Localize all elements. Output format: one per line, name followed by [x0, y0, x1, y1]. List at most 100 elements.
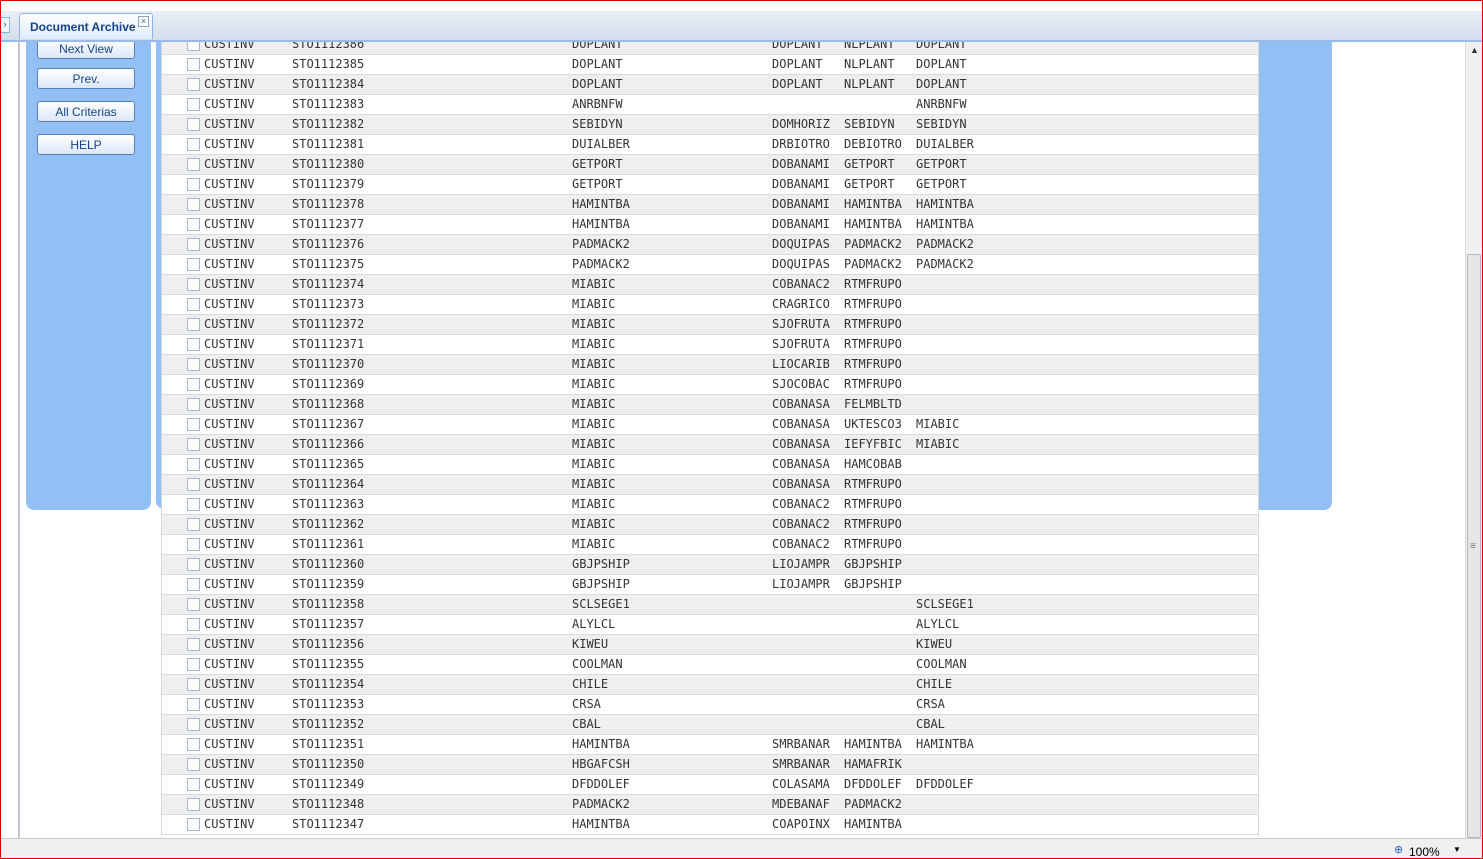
row-checkbox[interactable]: [187, 678, 200, 691]
receiver-cell: RTMFRUPO: [844, 277, 902, 291]
row-checkbox[interactable]: [187, 58, 200, 71]
table-row[interactable]: CUSTINV STO1112383 ANRBNFW ANRBNFW: [162, 95, 1258, 115]
row-checkbox[interactable]: [187, 318, 200, 331]
row-checkbox[interactable]: [187, 618, 200, 631]
row-checkbox[interactable]: [187, 78, 200, 91]
row-checkbox[interactable]: [187, 538, 200, 551]
help-button[interactable]: HELP: [37, 134, 135, 155]
table-row[interactable]: CUSTINV STO1112349 DFDDOLEF COLASAMA DFDDOLE…: [162, 775, 1258, 795]
sender-cell: LIOCARIB: [772, 357, 830, 371]
table-row[interactable]: CUSTINV STO1112353 CRSA CRSA: [162, 695, 1258, 715]
table-row[interactable]: CUSTINV STO1112351 HAMINTBA SMRBANAR HAMINTB…: [162, 735, 1258, 755]
row-checkbox[interactable]: [187, 478, 200, 491]
row-checkbox[interactable]: [187, 698, 200, 711]
table-row[interactable]: CUSTINV STO1112365 MIABIC COBANASA HAMCOBAB: [162, 455, 1258, 475]
table-row[interactable]: CUSTINV STO1112358 SCLSEGE1 SCLSEGE1: [162, 595, 1258, 615]
table-row[interactable]: CUSTINV STO1112352 CBAL CBAL: [162, 715, 1258, 735]
row-checkbox[interactable]: [187, 798, 200, 811]
zoom-level[interactable]: 100%: [1409, 845, 1440, 858]
row-checkbox[interactable]: [187, 498, 200, 511]
prev-button[interactable]: Prev.: [37, 68, 135, 89]
table-row[interactable]: CUSTINV STO1112367 MIABIC COBANASA UKTESCO3 M…: [162, 415, 1258, 435]
row-checkbox[interactable]: [187, 118, 200, 131]
row-checkbox[interactable]: [187, 578, 200, 591]
row-checkbox[interactable]: [187, 718, 200, 731]
row-checkbox[interactable]: [187, 518, 200, 531]
table-row[interactable]: CUSTINV STO1112377 HAMINTBA DOBANAMI HAMINTB…: [162, 215, 1258, 235]
row-checkbox[interactable]: [187, 458, 200, 471]
row-checkbox[interactable]: [187, 378, 200, 391]
table-row[interactable]: CUSTINV STO1112379 GETPORT DOBANAMI GETPORT G…: [162, 175, 1258, 195]
receiver-cell: RTMFRUPO: [844, 297, 902, 311]
table-row[interactable]: CUSTINV STO1112370 MIABIC LIOCARIB RTMFRUPO: [162, 355, 1258, 375]
table-row[interactable]: CUSTINV STO1112350 HBGAFCSH SMRBANAR HAMAFRI…: [162, 755, 1258, 775]
row-checkbox[interactable]: [187, 638, 200, 651]
row-checkbox[interactable]: [187, 278, 200, 291]
table-row[interactable]: CUSTINV STO1112380 GETPORT DOBANAMI GETPORT G…: [162, 155, 1258, 175]
table-row[interactable]: CUSTINV STO1112366 MIABIC COBANASA IEFYFBIC M…: [162, 435, 1258, 455]
table-row[interactable]: CUSTINV STO1112386 DOPLANT DOPLANT NLPLANT DO…: [162, 42, 1258, 55]
row-checkbox[interactable]: [187, 778, 200, 791]
row-checkbox[interactable]: [187, 198, 200, 211]
table-row[interactable]: CUSTINV STO1112376 PADMACK2 DOQUIPAS PADMACK…: [162, 235, 1258, 255]
table-row[interactable]: CUSTINV STO1112381 DUIALBER DRBIOTRO DEBIOTR…: [162, 135, 1258, 155]
row-checkbox[interactable]: [187, 138, 200, 151]
row-checkbox[interactable]: [187, 658, 200, 671]
tab-document-archive[interactable]: Document Archive ×: [19, 13, 153, 39]
table-row[interactable]: CUSTINV STO1112356 KIWEU KIWEU: [162, 635, 1258, 655]
row-checkbox[interactable]: [187, 738, 200, 751]
table-row[interactable]: CUSTINV STO1112382 SEBIDYN DOMHORIZ SEBIDYN S…: [162, 115, 1258, 135]
table-row[interactable]: CUSTINV STO1112357 ALYLCL ALYLCL: [162, 615, 1258, 635]
row-checkbox[interactable]: [187, 258, 200, 271]
zoom-icon[interactable]: ⊕: [1394, 843, 1403, 856]
row-checkbox[interactable]: [187, 218, 200, 231]
vertical-scrollbar[interactable]: ▲ ≡: [1465, 42, 1482, 838]
table-row[interactable]: CUSTINV STO1112354 CHILE CHILE: [162, 675, 1258, 695]
tab-scroll-left-icon[interactable]: ›: [1, 17, 10, 33]
row-checkbox[interactable]: [187, 418, 200, 431]
table-row[interactable]: CUSTINV STO1112355 COOLMAN COOLMAN: [162, 655, 1258, 675]
table-row[interactable]: CUSTINV STO1112373 MIABIC CRAGRICO RTMFRUPO: [162, 295, 1258, 315]
row-checkbox[interactable]: [187, 398, 200, 411]
owner-cell: PADMACK2: [916, 237, 974, 251]
table-row[interactable]: CUSTINV STO1112384 DOPLANT DOPLANT NLPLANT DO…: [162, 75, 1258, 95]
close-icon[interactable]: ×: [138, 16, 149, 27]
scrollbar-thumb[interactable]: ≡: [1467, 254, 1481, 838]
table-row[interactable]: CUSTINV STO1112361 MIABIC COBANAC2 RTMFRUPO: [162, 535, 1258, 555]
table-row[interactable]: CUSTINV STO1112378 HAMINTBA DOBANAMI HAMINTB…: [162, 195, 1258, 215]
table-row[interactable]: CUSTINV STO1112374 MIABIC COBANAC2 RTMFRUPO: [162, 275, 1258, 295]
table-row[interactable]: CUSTINV STO1112368 MIABIC COBANASA FELMBLTD: [162, 395, 1258, 415]
chevron-down-icon[interactable]: ▼: [1453, 845, 1461, 854]
row-checkbox[interactable]: [187, 338, 200, 351]
row-checkbox[interactable]: [187, 178, 200, 191]
table-row[interactable]: CUSTINV STO1112375 PADMACK2 DOQUIPAS PADMACK…: [162, 255, 1258, 275]
doc-number-cell: STO1112369: [292, 377, 365, 391]
all-criterias-button[interactable]: All Criterias: [37, 101, 135, 122]
table-row[interactable]: CUSTINV STO1112362 MIABIC COBANAC2 RTMFRUPO: [162, 515, 1258, 535]
table-row[interactable]: CUSTINV STO1112363 MIABIC COBANAC2 RTMFRUPO: [162, 495, 1258, 515]
table-row[interactable]: CUSTINV STO1112385 DOPLANT DOPLANT NLPLANT DO…: [162, 55, 1258, 75]
row-checkbox[interactable]: [187, 438, 200, 451]
next-view-button[interactable]: Next View: [37, 42, 135, 59]
row-checkbox[interactable]: [187, 158, 200, 171]
scroll-up-icon[interactable]: ▲: [1466, 42, 1482, 59]
table-row[interactable]: CUSTINV STO1112369 MIABIC SJOCOBAC RTMFRUPO: [162, 375, 1258, 395]
table-row[interactable]: CUSTINV STO1112348 PADMACK2 MDEBANAF PADMACK…: [162, 795, 1258, 815]
table-row[interactable]: CUSTINV STO1112364 MIABIC COBANASA RTMFRUPO: [162, 475, 1258, 495]
table-row[interactable]: CUSTINV STO1112360 GBJPSHIP LIOJAMPR GBJPSHI…: [162, 555, 1258, 575]
table-row[interactable]: CUSTINV STO1112372 MIABIC SJOFRUTA RTMFRUPO: [162, 315, 1258, 335]
table-row[interactable]: CUSTINV STO1112347 HAMINTBA COAPOINX HAMINTB…: [162, 815, 1258, 835]
row-checkbox[interactable]: [187, 42, 200, 51]
doc-number-cell: STO1112358: [292, 597, 365, 611]
doc-type-cell: CUSTINV: [204, 337, 255, 351]
table-row[interactable]: CUSTINV STO1112359 GBJPSHIP LIOJAMPR GBJPSHI…: [162, 575, 1258, 595]
row-checkbox[interactable]: [187, 358, 200, 371]
row-checkbox[interactable]: [187, 598, 200, 611]
row-checkbox[interactable]: [187, 298, 200, 311]
row-checkbox[interactable]: [187, 558, 200, 571]
row-checkbox[interactable]: [187, 758, 200, 771]
row-checkbox[interactable]: [187, 818, 200, 831]
row-checkbox[interactable]: [187, 98, 200, 111]
table-row[interactable]: CUSTINV STO1112371 MIABIC SJOFRUTA RTMFRUPO: [162, 335, 1258, 355]
row-checkbox[interactable]: [187, 238, 200, 251]
